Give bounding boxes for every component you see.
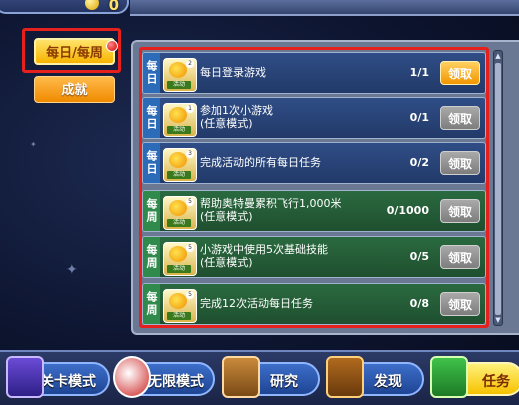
sparkle-icon: ✦	[30, 140, 37, 149]
nav-endless-mode-label: 无限模式	[148, 374, 204, 390]
nav-discover-label: 发现	[374, 374, 402, 390]
stage-mode-icon	[6, 356, 44, 398]
tasks-icon	[430, 356, 468, 398]
scroll-up-icon[interactable]: ▲	[494, 51, 502, 61]
tab-achievements[interactable]: 成就	[34, 76, 115, 103]
nav-research-label: 研究	[270, 374, 298, 390]
currency-counter: 0	[0, 0, 129, 14]
nav-stage-mode-label: 关卡模式	[40, 374, 96, 390]
coin-icon	[85, 0, 99, 10]
task-list-highlight-box	[139, 47, 489, 328]
notification-dot-icon	[106, 40, 118, 52]
scroll-down-icon[interactable]: ▼	[494, 315, 502, 325]
research-icon	[222, 356, 260, 398]
top-frame-bar	[130, 0, 519, 16]
treasure-chest-icon	[326, 356, 364, 398]
sparkle-icon: ✦	[66, 262, 78, 278]
scroll-thumb[interactable]	[495, 63, 501, 315]
category-highlight-box	[22, 28, 121, 73]
nav-tasks-label: 任务	[482, 374, 510, 390]
scrollbar[interactable]: ▲ ▼	[493, 50, 503, 326]
currency-value: 0	[108, 0, 119, 14]
endless-mode-icon	[113, 356, 151, 398]
